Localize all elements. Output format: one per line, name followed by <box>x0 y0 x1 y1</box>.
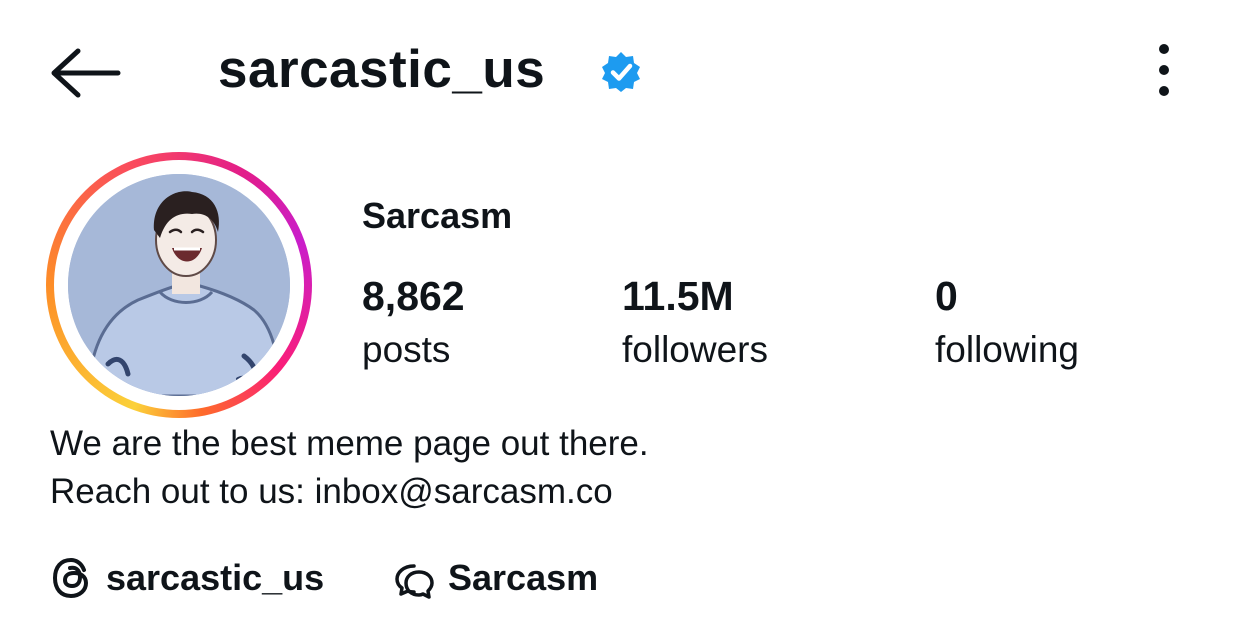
more-options-button[interactable] <box>1146 40 1182 100</box>
followers-label: followers <box>622 329 768 370</box>
posts-count: 8,862 <box>362 273 465 319</box>
profile-display-name: Sarcasm <box>362 195 513 236</box>
posts-stat[interactable]: 8,862 posts <box>362 272 465 372</box>
back-button[interactable] <box>46 44 122 100</box>
channel-link-label: Sarcasm <box>448 557 599 598</box>
chat-bubbles-icon <box>395 564 434 599</box>
profile-bio: We are the best meme page out there. Rea… <box>50 420 649 516</box>
avatar-illustration <box>68 174 290 396</box>
top-bar: sarcastic_us <box>0 0 1260 140</box>
more-vertical-icon <box>1159 44 1169 96</box>
bio-line: Reach out to us: inbox@sarcasm.co <box>50 472 613 511</box>
bio-line: We are the best meme page out there. <box>50 424 649 463</box>
profile-username: sarcastic_us <box>218 40 546 99</box>
channel-link[interactable]: Sarcasm <box>390 553 598 603</box>
avatar <box>68 174 290 396</box>
threads-link-label: sarcastic_us <box>106 557 325 598</box>
posts-label: posts <box>362 329 451 370</box>
arrow-left-icon <box>51 48 121 98</box>
following-count: 0 <box>935 273 958 319</box>
followers-stat[interactable]: 11.5M followers <box>622 272 768 372</box>
profile-avatar-story[interactable] <box>46 152 312 418</box>
followers-count: 11.5M <box>622 273 734 319</box>
verified-badge-icon <box>602 52 640 92</box>
following-label: following <box>935 329 1079 370</box>
threads-icon <box>52 557 89 599</box>
threads-link[interactable]: sarcastic_us <box>50 553 324 603</box>
following-stat[interactable]: 0 following <box>935 272 1079 372</box>
